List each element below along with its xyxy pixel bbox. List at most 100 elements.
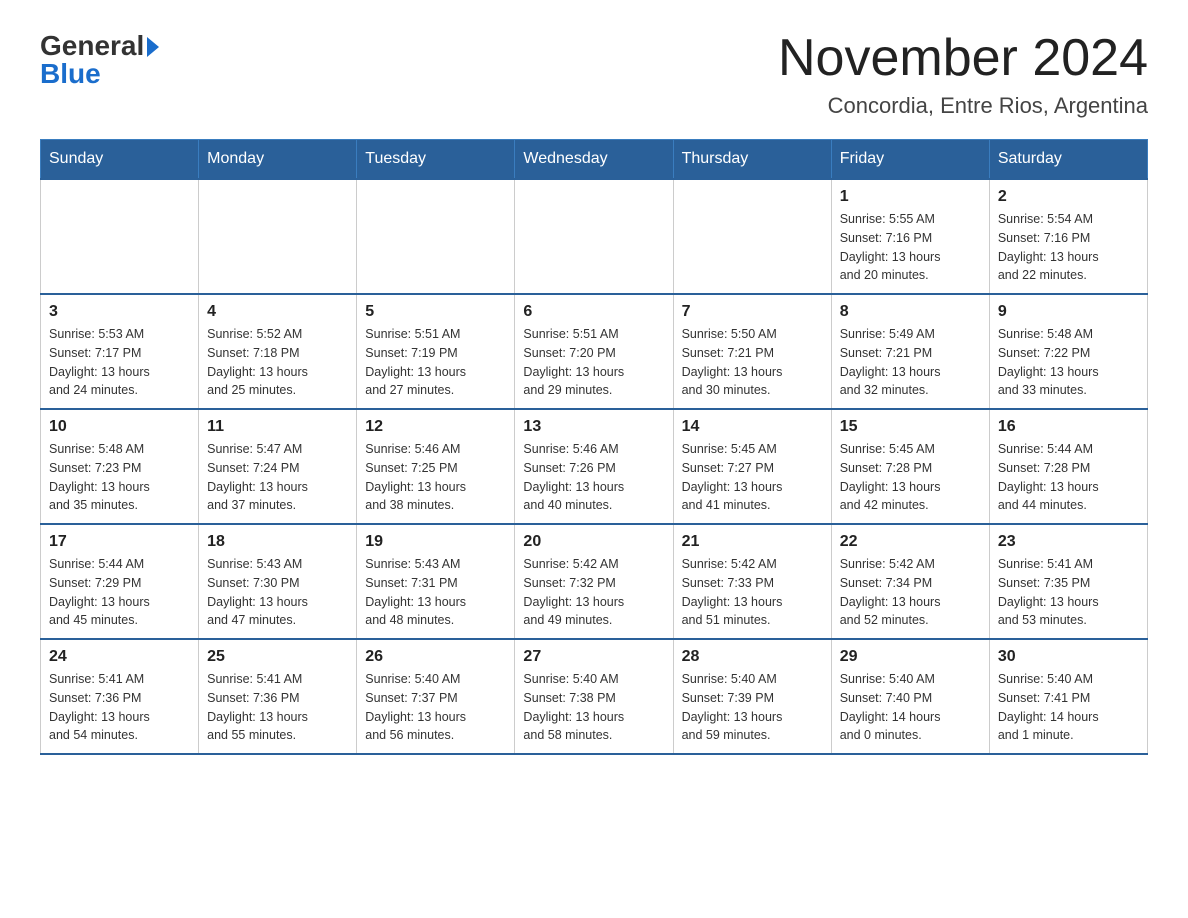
calendar-header-row: SundayMondayTuesdayWednesdayThursdayFrid… bbox=[41, 140, 1148, 180]
day-number: 30 bbox=[998, 648, 1139, 666]
day-info: Sunrise: 5:40 AMSunset: 7:37 PMDaylight:… bbox=[365, 670, 506, 745]
day-info: Sunrise: 5:42 AMSunset: 7:32 PMDaylight:… bbox=[523, 555, 664, 630]
day-info: Sunrise: 5:40 AMSunset: 7:39 PMDaylight:… bbox=[682, 670, 823, 745]
calendar-cell: 2 Sunrise: 5:54 AMSunset: 7:16 PMDaylight… bbox=[989, 179, 1147, 294]
day-number: 25 bbox=[207, 648, 348, 666]
day-number: 26 bbox=[365, 648, 506, 666]
calendar-cell bbox=[515, 179, 673, 294]
day-number: 20 bbox=[523, 533, 664, 551]
calendar-cell: 22 Sunrise: 5:42 AMSunset: 7:34 PMDayligh… bbox=[831, 524, 989, 639]
day-number: 16 bbox=[998, 418, 1139, 436]
day-number: 8 bbox=[840, 303, 981, 321]
day-info: Sunrise: 5:46 AMSunset: 7:26 PMDaylight:… bbox=[523, 440, 664, 515]
day-number: 5 bbox=[365, 303, 506, 321]
logo-triangle-icon bbox=[147, 37, 159, 57]
calendar-cell: 17 Sunrise: 5:44 AMSunset: 7:29 PMDayligh… bbox=[41, 524, 199, 639]
day-info: Sunrise: 5:42 AMSunset: 7:34 PMDaylight:… bbox=[840, 555, 981, 630]
day-info: Sunrise: 5:44 AMSunset: 7:29 PMDaylight:… bbox=[49, 555, 190, 630]
day-number: 11 bbox=[207, 418, 348, 436]
calendar-cell: 18 Sunrise: 5:43 AMSunset: 7:30 PMDayligh… bbox=[199, 524, 357, 639]
day-number: 19 bbox=[365, 533, 506, 551]
day-info: Sunrise: 5:49 AMSunset: 7:21 PMDaylight:… bbox=[840, 325, 981, 400]
calendar-header-saturday: Saturday bbox=[989, 140, 1147, 180]
calendar-cell: 28 Sunrise: 5:40 AMSunset: 7:39 PMDayligh… bbox=[673, 639, 831, 754]
day-info: Sunrise: 5:53 AMSunset: 7:17 PMDaylight:… bbox=[49, 325, 190, 400]
day-info: Sunrise: 5:46 AMSunset: 7:25 PMDaylight:… bbox=[365, 440, 506, 515]
calendar-cell: 9 Sunrise: 5:48 AMSunset: 7:22 PMDaylight… bbox=[989, 294, 1147, 409]
calendar-cell: 19Sunrise: 5:43 AMSunset: 7:31 PMDayligh… bbox=[357, 524, 515, 639]
day-info: Sunrise: 5:48 AMSunset: 7:23 PMDaylight:… bbox=[49, 440, 190, 515]
day-number: 24 bbox=[49, 648, 190, 666]
day-info: Sunrise: 5:55 AMSunset: 7:16 PMDaylight:… bbox=[840, 210, 981, 285]
day-number: 15 bbox=[840, 418, 981, 436]
logo-blue-text: Blue bbox=[40, 58, 101, 90]
day-number: 22 bbox=[840, 533, 981, 551]
day-number: 4 bbox=[207, 303, 348, 321]
logo: General Blue bbox=[40, 30, 159, 90]
calendar-cell: 13 Sunrise: 5:46 AMSunset: 7:26 PMDayligh… bbox=[515, 409, 673, 524]
calendar-cell: 30 Sunrise: 5:40 AMSunset: 7:41 PMDayligh… bbox=[989, 639, 1147, 754]
calendar-cell bbox=[41, 179, 199, 294]
day-info: Sunrise: 5:41 AMSunset: 7:36 PMDaylight:… bbox=[49, 670, 190, 745]
day-number: 2 bbox=[998, 188, 1139, 206]
day-info: Sunrise: 5:43 AMSunset: 7:30 PMDaylight:… bbox=[207, 555, 348, 630]
day-number: 1 bbox=[840, 188, 981, 206]
day-info: Sunrise: 5:40 AMSunset: 7:41 PMDaylight:… bbox=[998, 670, 1139, 745]
calendar-cell: 10 Sunrise: 5:48 AMSunset: 7:23 PMDayligh… bbox=[41, 409, 199, 524]
day-info: Sunrise: 5:48 AMSunset: 7:22 PMDaylight:… bbox=[998, 325, 1139, 400]
calendar-cell bbox=[357, 179, 515, 294]
day-info: Sunrise: 5:41 AMSunset: 7:36 PMDaylight:… bbox=[207, 670, 348, 745]
title-area: November 2024 Concordia, Entre Rios, Arg… bbox=[778, 30, 1148, 119]
calendar-cell: 21 Sunrise: 5:42 AMSunset: 7:33 PMDayligh… bbox=[673, 524, 831, 639]
header: General Blue November 2024 Concordia, En… bbox=[40, 30, 1148, 119]
day-info: Sunrise: 5:52 AMSunset: 7:18 PMDaylight:… bbox=[207, 325, 348, 400]
day-number: 28 bbox=[682, 648, 823, 666]
day-number: 17 bbox=[49, 533, 190, 551]
calendar-cell: 6 Sunrise: 5:51 AMSunset: 7:20 PMDaylight… bbox=[515, 294, 673, 409]
calendar-cell: 1 Sunrise: 5:55 AMSunset: 7:16 PMDaylight… bbox=[831, 179, 989, 294]
day-number: 18 bbox=[207, 533, 348, 551]
day-number: 13 bbox=[523, 418, 664, 436]
day-number: 10 bbox=[49, 418, 190, 436]
calendar-cell: 24 Sunrise: 5:41 AMSunset: 7:36 PMDayligh… bbox=[41, 639, 199, 754]
calendar-week-1: 1 Sunrise: 5:55 AMSunset: 7:16 PMDaylight… bbox=[41, 179, 1148, 294]
day-number: 12 bbox=[365, 418, 506, 436]
calendar-header-sunday: Sunday bbox=[41, 140, 199, 180]
day-number: 9 bbox=[998, 303, 1139, 321]
day-info: Sunrise: 5:47 AMSunset: 7:24 PMDaylight:… bbox=[207, 440, 348, 515]
day-number: 7 bbox=[682, 303, 823, 321]
calendar-cell: 12 Sunrise: 5:46 AMSunset: 7:25 PMDayligh… bbox=[357, 409, 515, 524]
calendar-week-3: 10 Sunrise: 5:48 AMSunset: 7:23 PMDayligh… bbox=[41, 409, 1148, 524]
calendar-cell: 14Sunrise: 5:45 AMSunset: 7:27 PMDayligh… bbox=[673, 409, 831, 524]
day-number: 3 bbox=[49, 303, 190, 321]
day-info: Sunrise: 5:51 AMSunset: 7:20 PMDaylight:… bbox=[523, 325, 664, 400]
calendar-cell: 16Sunrise: 5:44 AMSunset: 7:28 PMDayligh… bbox=[989, 409, 1147, 524]
day-number: 6 bbox=[523, 303, 664, 321]
calendar-week-5: 24 Sunrise: 5:41 AMSunset: 7:36 PMDayligh… bbox=[41, 639, 1148, 754]
day-number: 29 bbox=[840, 648, 981, 666]
day-info: Sunrise: 5:54 AMSunset: 7:16 PMDaylight:… bbox=[998, 210, 1139, 285]
calendar-cell: 7Sunrise: 5:50 AMSunset: 7:21 PMDaylight… bbox=[673, 294, 831, 409]
day-info: Sunrise: 5:45 AMSunset: 7:28 PMDaylight:… bbox=[840, 440, 981, 515]
day-info: Sunrise: 5:41 AMSunset: 7:35 PMDaylight:… bbox=[998, 555, 1139, 630]
calendar-cell: 29Sunrise: 5:40 AMSunset: 7:40 PMDayligh… bbox=[831, 639, 989, 754]
calendar-cell: 5 Sunrise: 5:51 AMSunset: 7:19 PMDaylight… bbox=[357, 294, 515, 409]
day-info: Sunrise: 5:51 AMSunset: 7:19 PMDaylight:… bbox=[365, 325, 506, 400]
day-info: Sunrise: 5:40 AMSunset: 7:38 PMDaylight:… bbox=[523, 670, 664, 745]
calendar-header-thursday: Thursday bbox=[673, 140, 831, 180]
day-number: 21 bbox=[682, 533, 823, 551]
day-number: 23 bbox=[998, 533, 1139, 551]
calendar-cell bbox=[199, 179, 357, 294]
calendar-cell: 4 Sunrise: 5:52 AMSunset: 7:18 PMDaylight… bbox=[199, 294, 357, 409]
calendar-week-4: 17 Sunrise: 5:44 AMSunset: 7:29 PMDayligh… bbox=[41, 524, 1148, 639]
calendar-cell: 8 Sunrise: 5:49 AMSunset: 7:21 PMDaylight… bbox=[831, 294, 989, 409]
calendar-cell: 23 Sunrise: 5:41 AMSunset: 7:35 PMDayligh… bbox=[989, 524, 1147, 639]
calendar-header-monday: Monday bbox=[199, 140, 357, 180]
day-info: Sunrise: 5:42 AMSunset: 7:33 PMDaylight:… bbox=[682, 555, 823, 630]
calendar-week-2: 3 Sunrise: 5:53 AMSunset: 7:17 PMDaylight… bbox=[41, 294, 1148, 409]
calendar-header-friday: Friday bbox=[831, 140, 989, 180]
calendar-table: SundayMondayTuesdayWednesdayThursdayFrid… bbox=[40, 139, 1148, 755]
calendar-cell: 11 Sunrise: 5:47 AMSunset: 7:24 PMDayligh… bbox=[199, 409, 357, 524]
location-title: Concordia, Entre Rios, Argentina bbox=[778, 93, 1148, 119]
calendar-cell: 3 Sunrise: 5:53 AMSunset: 7:17 PMDaylight… bbox=[41, 294, 199, 409]
